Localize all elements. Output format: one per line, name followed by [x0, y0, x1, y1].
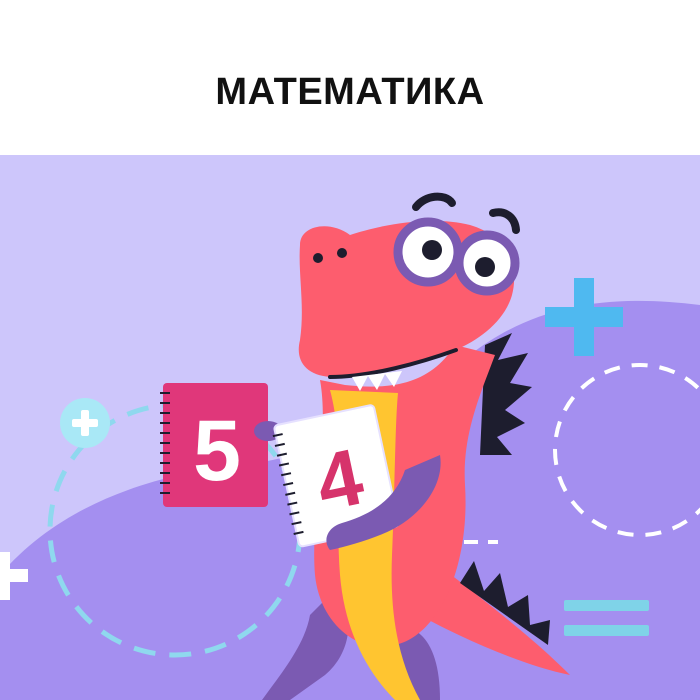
- dino-eye-left: [422, 240, 442, 260]
- notebook-left: 5: [160, 383, 268, 507]
- dino-nostril-right: [337, 248, 347, 258]
- dino-eye-right: [475, 257, 495, 277]
- plus-circle-icon: [60, 398, 110, 448]
- math-illustration: 5 4: [0, 155, 700, 700]
- notebook-left-digit: 5: [193, 403, 241, 499]
- page: МАТЕМАТИКА 5 4: [0, 0, 700, 700]
- illustration-banner: 5 4: [0, 155, 700, 700]
- dino-nostril-left: [313, 253, 323, 263]
- header: МАТЕМАТИКА: [0, 0, 700, 155]
- page-title: МАТЕМАТИКА: [215, 71, 485, 113]
